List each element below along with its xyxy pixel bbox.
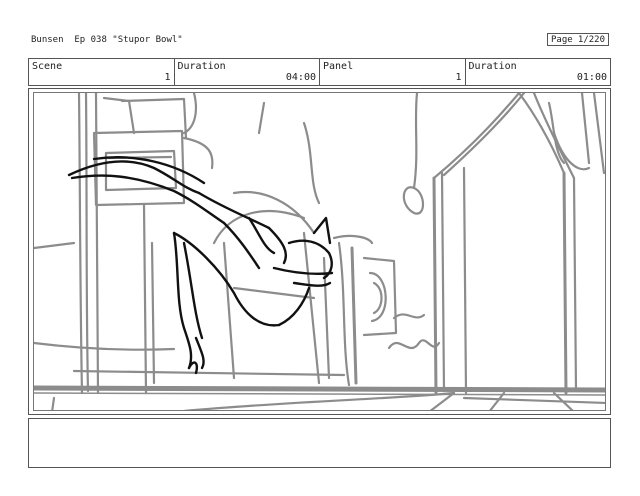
panel-label: Panel <box>323 61 354 72</box>
scene-value: 1 <box>164 72 171 83</box>
scene-duration-label: Duration <box>177 61 226 72</box>
scene-cell: Scene 1 <box>29 59 175 85</box>
storyboard-title: Bunsen Ep 038 "Stupor Bowl" <box>31 35 183 45</box>
page-label: Page <box>551 34 573 45</box>
scene-duration-value: 04:00 <box>285 72 316 83</box>
background-sketch <box>34 93 605 410</box>
sketch-drawing <box>34 93 605 410</box>
notes-area <box>28 418 611 468</box>
scene-duration-cell: Duration 04:00 <box>175 59 320 85</box>
panel-info-row: Scene 1 Duration 04:00 Panel 1 Duration … <box>28 58 611 86</box>
panel-value: 1 <box>455 72 462 83</box>
page-number: 1/220 <box>577 34 605 45</box>
page-indicator: Page 1/220 <box>547 33 609 46</box>
panel-duration-cell: Duration 01:00 <box>466 59 611 85</box>
panel-duration-value: 01:00 <box>576 72 607 83</box>
scene-label: Scene <box>32 61 63 72</box>
panel-cell: Panel 1 <box>320 59 466 85</box>
panel-duration-label: Duration <box>468 61 517 72</box>
panel-frame <box>33 92 606 411</box>
